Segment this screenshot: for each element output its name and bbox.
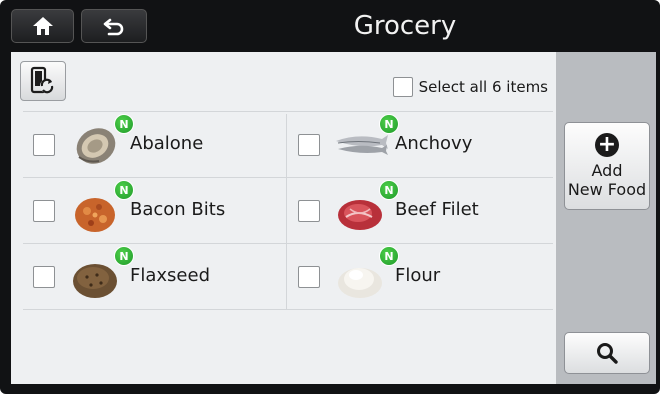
home-icon <box>32 17 53 35</box>
list-item[interactable]: N Beef Filet <box>288 179 550 243</box>
list-item[interactable]: N Bacon Bits <box>23 179 285 243</box>
phone-sync-button[interactable] <box>20 61 66 101</box>
new-badge: N <box>379 114 399 134</box>
item-checkbox[interactable] <box>298 266 320 288</box>
item-checkbox[interactable] <box>33 266 55 288</box>
phone-sync-icon <box>30 66 54 94</box>
new-badge: N <box>379 246 399 266</box>
item-label: Bacon Bits <box>130 199 226 220</box>
list-item[interactable]: N Flaxseed <box>23 245 285 309</box>
item-checkbox[interactable] <box>33 200 55 222</box>
divider <box>23 309 553 310</box>
grocery-list-panel: Select all 6 items N Abalone N Anchovy N… <box>11 52 556 384</box>
add-label-line1: Add <box>591 161 623 180</box>
item-label: Abalone <box>130 133 204 154</box>
select-all-label: Select all 6 items <box>418 78 548 96</box>
item-label: Anchovy <box>395 133 473 154</box>
list-item[interactable]: N Abalone <box>23 113 285 177</box>
add-new-food-label: Add New Food <box>565 161 649 199</box>
top-bar: Grocery <box>0 0 660 52</box>
column-divider <box>286 114 287 310</box>
select-all-checkbox[interactable] <box>392 77 413 97</box>
new-badge: N <box>114 246 134 266</box>
list-toolbar: Select all 6 items <box>11 52 556 112</box>
divider <box>23 243 553 244</box>
item-checkbox[interactable] <box>298 200 320 222</box>
list-item[interactable]: N Anchovy <box>288 113 550 177</box>
device-frame: Grocery Select all 6 items N Abalone N A… <box>0 0 660 394</box>
item-checkbox[interactable] <box>33 134 55 156</box>
select-all-control[interactable]: Select all 6 items <box>392 75 548 99</box>
page-title: Grocery <box>353 11 457 41</box>
item-label: Beef Filet <box>395 199 479 220</box>
item-label: Flaxseed <box>130 265 210 286</box>
search-button[interactable] <box>564 332 650 374</box>
new-badge: N <box>114 180 134 200</box>
add-label-line2: New Food <box>567 180 647 199</box>
search-icon <box>597 343 618 364</box>
side-panel: + Add New Food <box>556 52 656 384</box>
back-button[interactable] <box>81 9 147 43</box>
new-badge: N <box>379 180 399 200</box>
divider <box>23 177 553 178</box>
home-button[interactable] <box>11 9 74 43</box>
back-arrow-icon <box>103 18 124 36</box>
item-checkbox[interactable] <box>298 134 320 156</box>
add-new-food-button[interactable]: + Add New Food <box>564 122 650 210</box>
plus-circle-icon: + <box>595 133 619 157</box>
list-item[interactable]: N Flour <box>288 245 550 309</box>
new-badge: N <box>114 114 134 134</box>
item-label: Flour <box>395 265 441 286</box>
divider <box>23 111 553 112</box>
